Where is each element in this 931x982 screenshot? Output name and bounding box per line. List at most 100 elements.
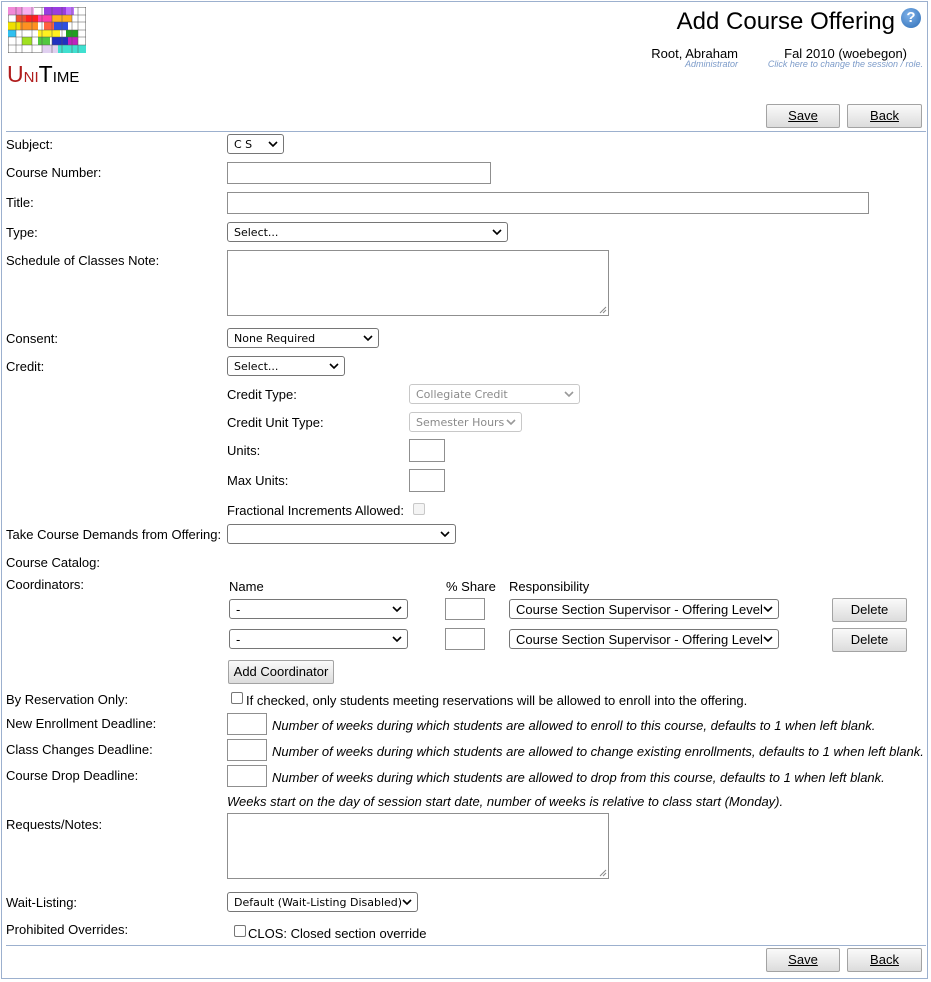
resize-grip-icon[interactable]	[599, 869, 607, 877]
course-catalog-label: Course Catalog:	[6, 555, 100, 570]
resize-grip-icon[interactable]	[599, 306, 607, 314]
course-drop-note: Number of weeks during which students ar…	[272, 770, 885, 785]
save-button-bottom[interactable]: Save	[766, 948, 840, 972]
coordinators-label: Coordinators:	[6, 577, 85, 592]
course-drop-label: Course Drop Deadline:	[6, 768, 139, 783]
coordinator-share-input[interactable]	[445, 628, 485, 650]
chevron-down-icon	[392, 606, 402, 613]
class-changes-input[interactable]	[227, 739, 267, 761]
course-number-label: Course Number:	[6, 165, 102, 180]
coordinators-header-share: % Share	[446, 579, 496, 594]
credit-unit-type-select[interactable]: Semester Hours	[409, 412, 522, 432]
chevron-down-icon	[363, 335, 373, 342]
chevron-down-icon	[392, 636, 402, 643]
coordinator-responsibility-value: Course Section Supervisor - Offering Lev…	[516, 632, 763, 647]
requests-notes-label: Requests/Notes:	[6, 817, 103, 832]
clos-override-checkbox[interactable]	[234, 925, 246, 937]
add-coordinator-button[interactable]: Add Coordinator	[228, 660, 334, 684]
subject-select[interactable]: C S	[227, 134, 284, 154]
wait-listing-value: Default (Wait-Listing Disabled)	[234, 896, 403, 909]
by-reservation-text: If checked, only students meeting reserv…	[246, 693, 748, 708]
chevron-down-icon	[763, 636, 773, 643]
credit-label: Credit:	[6, 359, 45, 374]
max-units-label: Max Units:	[227, 473, 289, 488]
type-select[interactable]: Select...	[227, 222, 508, 242]
requests-notes-textarea[interactable]	[227, 813, 609, 879]
logo-wordmark: UNITIME	[7, 61, 79, 91]
course-drop-input[interactable]	[227, 765, 267, 787]
coordinator-responsibility-select[interactable]: Course Section Supervisor - Offering Lev…	[509, 599, 779, 619]
back-button-label: Back	[870, 952, 899, 967]
back-button[interactable]: Back	[847, 104, 922, 128]
chevron-down-icon	[506, 419, 516, 426]
consent-select[interactable]: None Required	[227, 328, 379, 348]
save-button-label: Save	[788, 952, 818, 967]
credit-unit-type-value: Semester Hours	[416, 416, 505, 429]
units-input[interactable]	[409, 439, 445, 462]
wait-listing-label: Wait-Listing:	[6, 895, 78, 910]
help-icon[interactable]: ?	[901, 8, 921, 28]
schedule-note-label: Schedule of Classes Note:	[6, 253, 160, 268]
class-changes-label: Class Changes Deadline:	[6, 742, 153, 757]
chevron-down-icon	[564, 391, 574, 398]
course-number-input[interactable]	[227, 162, 491, 184]
coordinator-name-select[interactable]: -	[229, 599, 408, 619]
credit-value: Select...	[234, 360, 279, 373]
class-changes-note: Number of weeks during which students ar…	[272, 744, 924, 759]
take-demands-select[interactable]	[227, 524, 456, 544]
subject-label: Subject:	[6, 137, 53, 152]
chevron-down-icon	[440, 531, 450, 538]
coordinator-name-value: -	[236, 632, 241, 647]
title-input[interactable]	[227, 192, 869, 214]
credit-select[interactable]: Select...	[227, 356, 345, 376]
chevron-down-icon	[329, 363, 339, 370]
coordinator-responsibility-value: Course Section Supervisor - Offering Lev…	[516, 602, 763, 617]
logo-letters-ime: IME	[52, 69, 80, 86]
by-reservation-checkbox[interactable]	[231, 692, 243, 704]
coordinator-name-value: -	[236, 602, 241, 617]
take-demands-label: Take Course Demands from Offering:	[6, 527, 222, 542]
chevron-down-icon	[268, 141, 278, 148]
credit-type-value: Collegiate Credit	[416, 388, 508, 401]
logo-timetable-grid	[8, 7, 86, 53]
wait-listing-select[interactable]: Default (Wait-Listing Disabled)	[227, 892, 418, 912]
save-button-label: Save	[788, 108, 818, 123]
title-label: Title:	[6, 195, 34, 210]
clos-override-text: CLOS: Closed section override	[248, 926, 427, 941]
chevron-down-icon	[763, 606, 773, 613]
prohibited-overrides-label: Prohibited Overrides:	[6, 922, 129, 937]
bottom-divider	[6, 945, 926, 946]
chevron-down-icon	[492, 229, 502, 236]
top-divider	[6, 131, 926, 132]
new-enrollment-input[interactable]	[227, 713, 267, 735]
max-units-input[interactable]	[409, 469, 445, 492]
page-title: Add Course Offering	[676, 8, 895, 35]
user-role: Administrator	[684, 59, 738, 69]
coordinators-header-name: Name	[229, 579, 264, 594]
delete-coordinator-button[interactable]: Delete	[832, 598, 907, 622]
consent-label: Consent:	[6, 331, 59, 346]
back-button-bottom[interactable]: Back	[847, 948, 922, 972]
new-enrollment-label: New Enrollment Deadline:	[6, 716, 157, 731]
coordinator-responsibility-select[interactable]: Course Section Supervisor - Offering Lev…	[509, 629, 779, 649]
schedule-note-textarea[interactable]	[227, 250, 609, 316]
fractional-checkbox[interactable]	[413, 503, 425, 515]
weeks-note: Weeks start on the day of session start …	[227, 794, 784, 809]
by-reservation-label: By Reservation Only:	[6, 692, 129, 707]
type-value: Select...	[234, 226, 279, 239]
type-label: Type:	[6, 225, 38, 240]
credit-type-select[interactable]: Collegiate Credit	[409, 384, 580, 404]
coordinator-share-input[interactable]	[445, 598, 485, 620]
credit-unit-type-label: Credit Unit Type:	[227, 415, 324, 430]
session-change-hint[interactable]: Click here to change the session / role.	[768, 59, 923, 69]
save-button[interactable]: Save	[766, 104, 840, 128]
units-label: Units:	[227, 443, 261, 458]
logo-letter-t: T	[38, 61, 53, 87]
delete-coordinator-button[interactable]: Delete	[832, 628, 907, 652]
logo-letters-ni: NI	[23, 69, 39, 86]
chevron-down-icon	[402, 899, 412, 906]
consent-value: None Required	[234, 332, 316, 345]
subject-value: C S	[234, 138, 253, 151]
back-button-label: Back	[870, 108, 899, 123]
coordinator-name-select[interactable]: -	[229, 629, 408, 649]
